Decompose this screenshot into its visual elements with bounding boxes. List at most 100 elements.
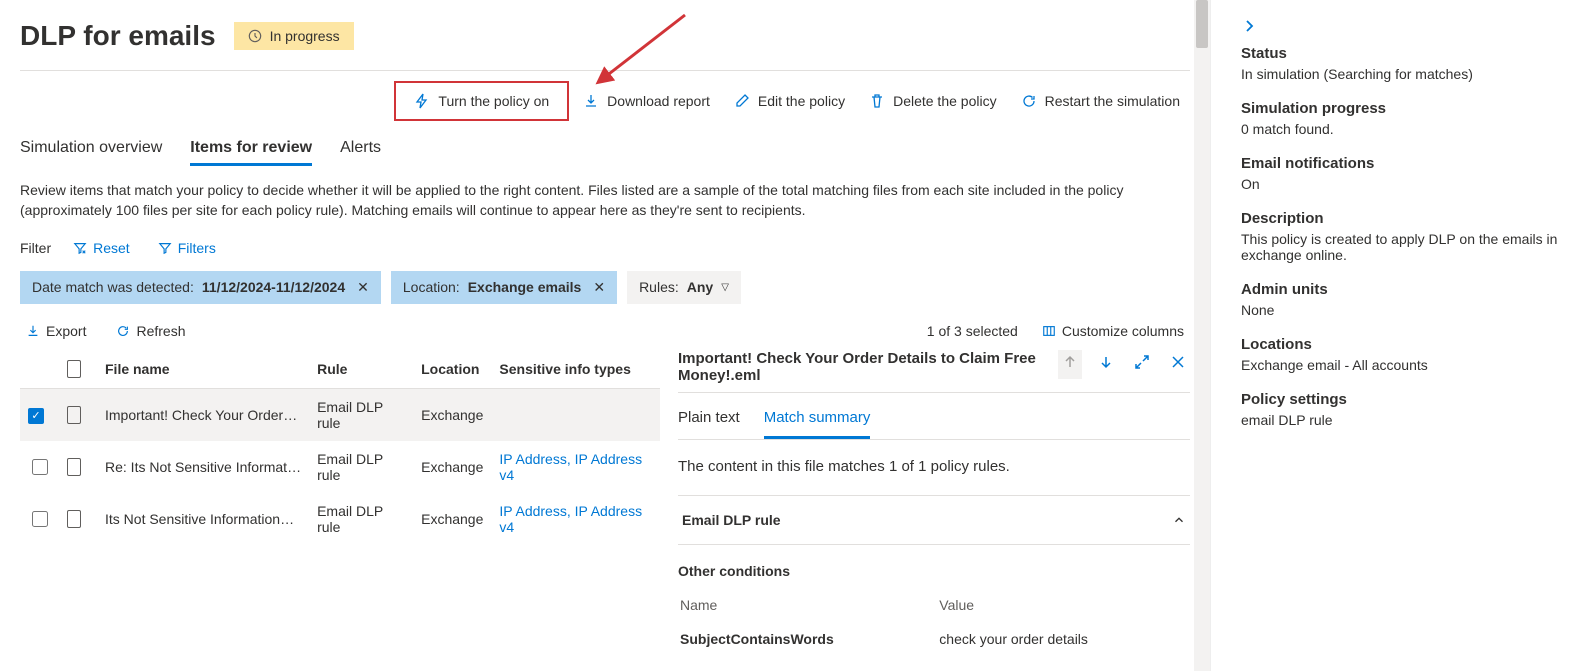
trash-icon [869, 93, 885, 109]
reset-filters-button[interactable]: Reset [67, 239, 136, 257]
items-table: File name Rule Location Sensitive info t… [20, 350, 660, 545]
col-file[interactable]: File name [97, 350, 309, 389]
refresh-label: Refresh [136, 323, 185, 339]
table-row[interactable]: Re: Its Not Sensitive Informat… Email DL… [20, 441, 660, 493]
close-icon[interactable]: ✕ [357, 279, 369, 296]
col-location[interactable]: Location [413, 350, 491, 389]
rule-cell: Email DLP rule [309, 388, 413, 441]
expand-button[interactable] [1130, 350, 1154, 379]
admin-heading: Admin units [1241, 281, 1572, 298]
tab-plain-text[interactable]: Plain text [678, 399, 740, 439]
prev-item-button[interactable] [1058, 350, 1082, 379]
settings-heading: Policy settings [1241, 391, 1572, 408]
edit-policy-button[interactable]: Edit the policy [724, 81, 855, 121]
restart-icon [1021, 93, 1037, 109]
detail-title: Important! Check Your Order Details to C… [678, 350, 1058, 384]
download-icon [583, 93, 599, 109]
match-summary-text: The content in this file matches 1 of 1 … [678, 458, 1190, 475]
description-value: This policy is created to apply DLP on t… [1241, 231, 1572, 263]
arrow-down-icon [1098, 354, 1114, 370]
edit-label: Edit the policy [758, 93, 845, 109]
sit-cell[interactable]: IP Address, IP Address v4 [499, 451, 642, 483]
sit-cell[interactable]: IP Address, IP Address v4 [499, 503, 642, 535]
location-filter-chip[interactable]: Location: Exchange emails ✕ [391, 271, 617, 304]
turn-on-highlight: Turn the policy on [394, 81, 569, 121]
location-cell: Exchange [413, 441, 491, 493]
customize-columns-button[interactable]: Customize columns [1036, 322, 1190, 340]
cond-value: check your order details [939, 621, 1188, 657]
tab-items-for-review[interactable]: Items for review [190, 133, 312, 166]
tab-alerts[interactable]: Alerts [340, 133, 381, 166]
open-filters-button[interactable]: Filters [152, 239, 222, 257]
rules-chip-value: Any [687, 279, 713, 295]
download-report-button[interactable]: Download report [573, 81, 720, 121]
progress-value: 0 match found. [1241, 121, 1572, 137]
close-icon [1170, 354, 1186, 370]
row-checkbox[interactable] [32, 459, 48, 475]
pencil-icon [734, 93, 750, 109]
col-sit[interactable]: Sensitive info types [491, 350, 660, 389]
table-row[interactable]: Its Not Sensitive Information… Email DLP… [20, 493, 660, 545]
detail-tabs: Plain text Match summary [678, 399, 1190, 440]
turn-policy-on-button[interactable]: Turn the policy on [404, 87, 559, 115]
export-button[interactable]: Export [20, 322, 92, 340]
document-icon [67, 406, 81, 424]
tab-simulation-overview[interactable]: Simulation overview [20, 133, 162, 166]
refresh-button[interactable]: Refresh [110, 322, 191, 340]
side-panel: Status In simulation (Searching for match… [1210, 0, 1590, 671]
file-name-cell: Important! Check Your Order… [105, 407, 301, 423]
scrollbar-thumb[interactable] [1196, 0, 1208, 48]
delete-policy-button[interactable]: Delete the policy [859, 81, 1007, 121]
date-filter-chip[interactable]: Date match was detected: 11/12/2024-11/1… [20, 271, 381, 304]
chevron-down-icon: ▽ [721, 282, 729, 293]
rules-filter-chip[interactable]: Rules: Any ▽ [627, 271, 741, 304]
detail-panel: Important! Check Your Order Details to C… [678, 350, 1190, 659]
page-description: Review items that match your policy to d… [20, 180, 1170, 221]
restart-label: Restart the simulation [1045, 93, 1180, 109]
rule-accordion[interactable]: Email DLP rule [678, 495, 1190, 545]
filter-label: Filter [20, 240, 51, 256]
locations-value: Exchange email - All accounts [1241, 357, 1572, 373]
page-tabs: Simulation overview Items for review Ale… [20, 133, 1190, 166]
collapse-panel-button[interactable] [1241, 18, 1257, 39]
email-value: On [1241, 176, 1572, 192]
customize-label: Customize columns [1062, 323, 1184, 339]
filters-label: Filters [178, 240, 216, 256]
cond-value-header: Value [939, 591, 1188, 619]
status-badge: In progress [234, 22, 354, 50]
page-title: DLP for emails [20, 20, 216, 52]
file-name-cell: Re: Its Not Sensitive Informat… [105, 459, 301, 475]
restart-simulation-button[interactable]: Restart the simulation [1011, 81, 1190, 121]
rule-name: Email DLP rule [682, 512, 781, 528]
lightning-icon [414, 93, 430, 109]
refresh-icon [116, 324, 130, 338]
scrollbar[interactable] [1194, 0, 1210, 671]
document-icon [67, 510, 81, 528]
funnel-reset-icon [73, 241, 87, 255]
document-icon [67, 458, 81, 476]
admin-value: None [1241, 302, 1572, 318]
row-checkbox[interactable] [32, 511, 48, 527]
download-icon [26, 324, 40, 338]
next-item-button[interactable] [1094, 350, 1118, 379]
close-icon[interactable]: ✕ [593, 279, 605, 296]
location-cell: Exchange [413, 493, 491, 545]
rule-cell: Email DLP rule [309, 493, 413, 545]
export-label: Export [46, 323, 86, 339]
tab-match-summary[interactable]: Match summary [764, 399, 871, 439]
description-heading: Description [1241, 210, 1572, 227]
list-toolbar: Export Refresh 1 of 3 selected Customize… [20, 322, 1190, 340]
location-chip-value: Exchange emails [468, 279, 582, 295]
col-rule[interactable]: Rule [309, 350, 413, 389]
selection-count: 1 of 3 selected [927, 323, 1018, 339]
filter-chips: Date match was detected: 11/12/2024-11/1… [20, 271, 1190, 304]
date-chip-label: Date match was detected: [32, 279, 194, 295]
close-detail-button[interactable] [1166, 350, 1190, 379]
file-name-cell: Its Not Sensitive Information… [105, 511, 301, 527]
rules-chip-label: Rules: [639, 279, 679, 295]
table-row[interactable]: ✓ Important! Check Your Order… Email DLP… [20, 388, 660, 441]
file-type-icon [67, 360, 81, 378]
row-checkbox[interactable]: ✓ [28, 408, 44, 424]
status-value: In simulation (Searching for matches) [1241, 66, 1572, 82]
status-heading: Status [1241, 45, 1572, 62]
